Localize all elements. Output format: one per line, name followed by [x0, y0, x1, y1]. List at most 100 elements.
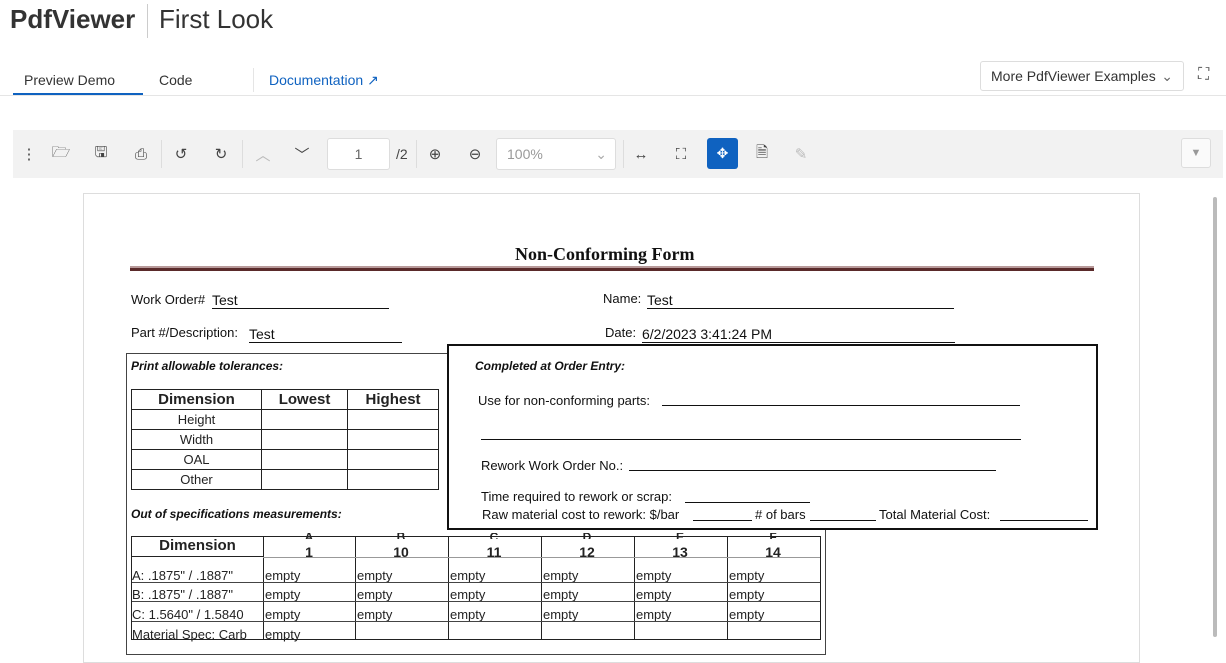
measurement-cell[interactable]: empty — [636, 568, 671, 583]
highest-cell[interactable] — [347, 469, 439, 490]
lowest-cell[interactable] — [260, 429, 349, 450]
measurement-cell[interactable]: empty — [543, 568, 578, 583]
date-field[interactable]: 6/2/2023 3:41:24 PM — [642, 326, 955, 343]
row-label: Material Spec: Carb — [132, 627, 247, 642]
zoom-out-icon[interactable]: ⊖ — [463, 142, 487, 166]
row-line — [132, 582, 820, 583]
highest-cell[interactable] — [347, 449, 439, 470]
examples-label: More PdfViewer Examples — [991, 68, 1156, 84]
redo-icon[interactable]: ↻ — [209, 142, 233, 166]
highest-cell[interactable] — [347, 409, 439, 430]
measurement-cell[interactable]: empty — [357, 607, 392, 622]
work-order-field[interactable]: Test — [212, 292, 389, 309]
measurement-cell[interactable]: empty — [636, 587, 671, 602]
zoom-in-icon[interactable]: ⊕ — [423, 142, 447, 166]
print-icon[interactable]: ⎙ — [129, 142, 153, 166]
col-letter: B — [355, 533, 447, 539]
col-letter: F — [727, 533, 819, 539]
row-label: A: .1875" / .1887" — [132, 568, 234, 583]
measurement-cell[interactable]: empty — [265, 627, 300, 642]
row-line — [132, 621, 820, 622]
form-title: Non-Conforming Form — [515, 244, 695, 264]
pan-mode-button[interactable]: ✥ — [707, 138, 738, 169]
page-number-input[interactable]: 1 — [327, 138, 390, 170]
col-letter: C — [448, 533, 540, 539]
examples-dropdown[interactable]: More PdfViewer Examples ⌄ — [980, 61, 1184, 91]
search-toggle-button[interactable]: ▼ — [1181, 138, 1211, 168]
scrollbar[interactable] — [1213, 197, 1217, 637]
zoom-select[interactable]: 100% ⌄ — [496, 138, 616, 170]
row-line — [132, 601, 820, 602]
time-field[interactable] — [685, 502, 810, 503]
measurement-cell[interactable]: empty — [450, 568, 485, 583]
row-line — [263, 557, 820, 558]
bars-field[interactable] — [810, 520, 876, 521]
measurement-cell[interactable]: empty — [450, 587, 485, 602]
open-file-icon[interactable]: 🗁 — [49, 142, 73, 166]
chevron-down-icon: ⌄ — [595, 146, 607, 162]
rework-field[interactable] — [629, 470, 996, 471]
col-letter: A — [263, 533, 355, 539]
row-label: Height — [131, 409, 262, 430]
date-label: Date: — [605, 325, 637, 340]
tab-preview-demo[interactable]: Preview Demo — [13, 72, 143, 95]
col-letter: E — [634, 533, 726, 539]
time-label: Time required to rework or scrap: — [481, 489, 672, 504]
more-options-icon[interactable]: ⋮ — [17, 142, 41, 166]
measurement-cell[interactable]: empty — [543, 607, 578, 622]
name-field[interactable]: Test — [647, 292, 954, 309]
save-icon[interactable]: 🖫 — [89, 142, 113, 166]
measurement-cell[interactable]: empty — [265, 587, 300, 602]
documentation-link[interactable]: Documentation ↗ — [269, 72, 379, 89]
measurement-cell[interactable]: empty — [636, 607, 671, 622]
row-label: OAL — [131, 449, 262, 470]
highest-cell[interactable] — [347, 429, 439, 450]
divider — [161, 140, 162, 168]
row-label: C: 1.5640" / 1.5840 — [132, 607, 244, 622]
col-header: Lowest — [260, 389, 349, 410]
fit-page-icon[interactable]: ⛶ — [669, 142, 693, 166]
pdf-toolbar: ⋮ 🗁 🖫 ⎙ ↺ ↻ ︿ ﹀ 1 /2 ⊕ ⊖ 100% ⌄ ↔ ⛶ ✥ 🗎 ✎… — [13, 130, 1223, 178]
col-header: Dimension — [131, 389, 262, 410]
measurement-cell[interactable]: empty — [729, 568, 764, 583]
raw-cost-field[interactable] — [693, 520, 752, 521]
fullscreen-icon[interactable]: ⛶ — [1198, 66, 1209, 84]
measurement-cell[interactable]: empty — [265, 568, 300, 583]
non-conforming-label: Use for non-conforming parts: — [478, 393, 650, 408]
title-rule — [130, 266, 1094, 271]
tab-code[interactable]: Code — [159, 72, 192, 88]
zoom-value: 100% — [507, 146, 543, 162]
non-conforming-field[interactable] — [662, 405, 1020, 406]
row-label: B: .1875" / .1887" — [132, 587, 234, 602]
chevron-down-icon: ⌄ — [1161, 68, 1173, 84]
measurement-cell[interactable]: empty — [729, 607, 764, 622]
lowest-cell[interactable] — [260, 409, 349, 430]
measurement-cell[interactable]: empty — [729, 587, 764, 602]
measurement-cell[interactable]: empty — [357, 587, 392, 602]
measurement-cell[interactable]: empty — [265, 607, 300, 622]
form-fields-icon[interactable]: 🗎 — [750, 142, 774, 166]
measurement-cell[interactable]: empty — [357, 568, 392, 583]
non-conforming-field-2[interactable] — [481, 439, 1021, 440]
lowest-cell[interactable] — [260, 449, 349, 470]
work-order-label: Work Order# — [131, 292, 206, 307]
divider — [242, 140, 243, 168]
external-link-icon: ↗ — [367, 72, 379, 88]
lowest-cell[interactable] — [260, 469, 349, 490]
part-field[interactable]: Test — [249, 326, 402, 343]
measurement-cell[interactable]: empty — [450, 607, 485, 622]
total-cost-field[interactable] — [1000, 520, 1088, 521]
pdf-page: Non-Conforming Form Work Order# Test Nam… — [83, 193, 1140, 663]
next-page-icon[interactable]: ﹀ — [290, 142, 314, 166]
name-label: Name: — [603, 291, 642, 306]
divider — [416, 140, 417, 168]
undo-icon[interactable]: ↺ — [169, 142, 193, 166]
total-pages: /2 — [396, 146, 408, 162]
previous-page-icon[interactable]: ︿ — [251, 142, 275, 166]
annotation-icon[interactable]: ✎ — [789, 142, 813, 166]
col-header: Dimension — [132, 537, 263, 557]
tolerances-heading: Print allowable tolerances: — [131, 359, 284, 373]
col-header: Highest — [347, 389, 439, 410]
fit-width-icon[interactable]: ↔ — [629, 142, 653, 166]
measurement-cell[interactable]: empty — [543, 587, 578, 602]
